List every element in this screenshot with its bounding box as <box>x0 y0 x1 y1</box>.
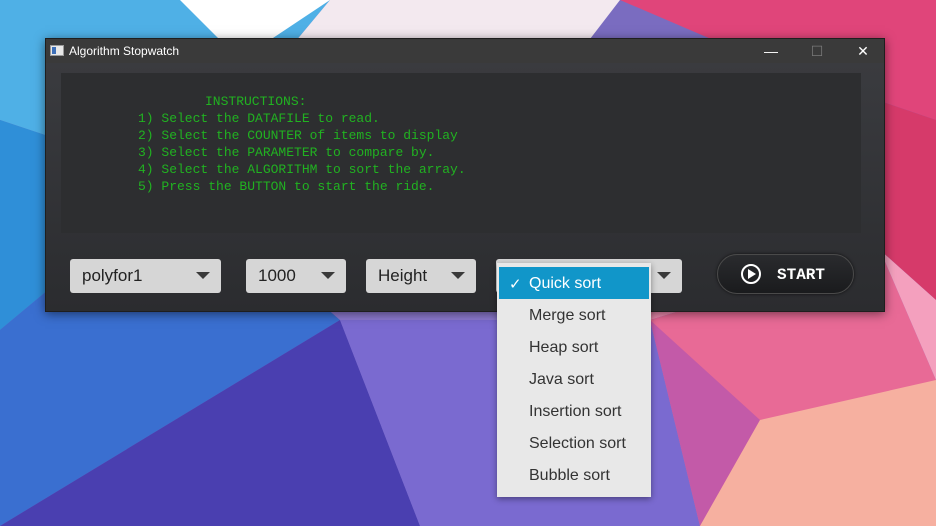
dropdown-item-label: Merge sort <box>529 307 606 324</box>
dropdown-item-bubble-sort[interactable]: Bubble sort <box>499 459 649 491</box>
parameter-value: Height <box>378 266 428 285</box>
algorithm-dropdown-list: ✓ Quick sort Merge sort Heap sort Java s… <box>497 263 651 497</box>
instruction-line-4: 4) Select the ALGORITHM to sort the arra… <box>138 162 466 177</box>
dropdown-item-label: Bubble sort <box>529 467 610 484</box>
instruction-line-5: 5) Press the BUTTON to start the ride. <box>138 179 435 194</box>
dropdown-item-merge-sort[interactable]: Merge sort <box>499 299 649 331</box>
window-content: INSTRUCTIONS: 1) Select the DATAFILE to … <box>46 63 884 311</box>
counter-select[interactable]: 1000 <box>246 259 346 293</box>
title-bar[interactable]: Algorithm Stopwatch — ☐ ✕ <box>46 39 884 63</box>
instruction-line-3: 3) Select the PARAMETER to compare by. <box>138 145 435 160</box>
window-title: Algorithm Stopwatch <box>69 44 180 58</box>
instruction-line-1: 1) Select the DATAFILE to read. <box>138 111 380 126</box>
dropdown-item-heap-sort[interactable]: Heap sort <box>499 331 649 363</box>
dropdown-item-label: Selection sort <box>529 435 626 452</box>
datafile-select[interactable]: polyfor1 <box>70 259 221 293</box>
dropdown-item-selection-sort[interactable]: Selection sort <box>499 427 649 459</box>
app-window: Algorithm Stopwatch — ☐ ✕ INSTRUCTIONS: … <box>45 38 885 312</box>
maximize-button[interactable]: ☐ <box>794 39 840 63</box>
chevron-down-icon <box>451 272 465 279</box>
start-button[interactable]: START <box>717 254 854 294</box>
dropdown-item-insertion-sort[interactable]: Insertion sort <box>499 395 649 427</box>
counter-value: 1000 <box>258 266 296 285</box>
datafile-value: polyfor1 <box>82 266 143 285</box>
play-circle-icon <box>741 264 761 284</box>
dropdown-item-label: Quick sort <box>529 275 602 292</box>
dropdown-item-label: Insertion sort <box>529 403 622 420</box>
dropdown-item-label: Java sort <box>529 371 594 388</box>
dropdown-item-java-sort[interactable]: Java sort <box>499 363 649 395</box>
chevron-down-icon <box>196 272 210 279</box>
app-icon <box>50 45 64 56</box>
chevron-down-icon <box>657 272 671 279</box>
instructions-heading: INSTRUCTIONS: <box>205 94 307 109</box>
parameter-select[interactable]: Height <box>366 259 476 293</box>
minimize-button[interactable]: — <box>748 39 794 63</box>
dropdown-item-label: Heap sort <box>529 339 599 356</box>
close-button[interactable]: ✕ <box>840 39 886 63</box>
instruction-line-2: 2) Select the COUNTER of items to displa… <box>138 128 458 143</box>
chevron-down-icon <box>321 272 335 279</box>
instructions-panel: INSTRUCTIONS: 1) Select the DATAFILE to … <box>61 73 861 233</box>
dropdown-item-quick-sort[interactable]: ✓ Quick sort <box>499 267 649 299</box>
checkmark-icon: ✓ <box>509 276 522 293</box>
start-label: START <box>777 266 826 284</box>
